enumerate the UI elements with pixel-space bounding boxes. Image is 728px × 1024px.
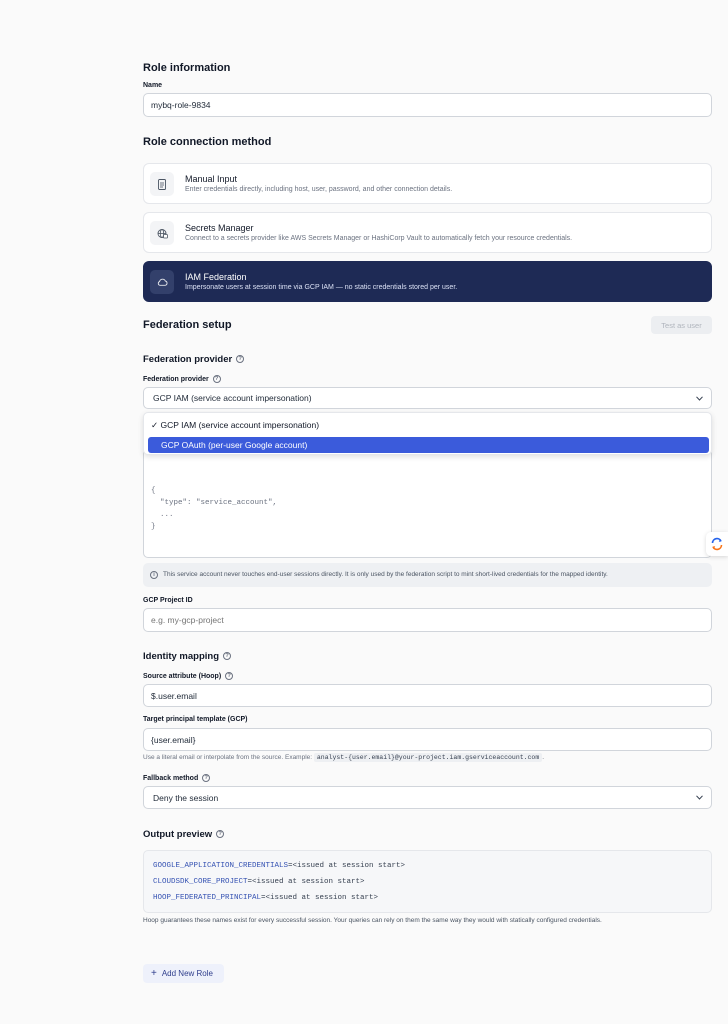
fallback-label: Fallback method?: [143, 774, 211, 782]
test-as-user-button[interactable]: Test as user: [651, 316, 712, 334]
help-icon: ?: [216, 830, 225, 839]
manual-input-option[interactable]: Manual Input Enter credentials directly,…: [143, 163, 712, 204]
identity-heading: Identity mapping?: [143, 651, 231, 662]
output-line: GOOGLE_APPLICATION_CREDENTIALS=<issued a…: [153, 862, 406, 870]
output-heading: Output preview?: [143, 829, 225, 840]
help-icon: ?: [223, 652, 231, 661]
connection-heading: Role connection method: [143, 136, 272, 148]
manual-input-title: Manual Input: [185, 174, 238, 184]
hint-code: analyst-{user.email}@your-project.iam.gs…: [313, 753, 543, 762]
project-id-input[interactable]: [143, 608, 712, 632]
cloud-icon: [150, 270, 174, 294]
manual-input-desc: Enter credentials directly, including ho…: [185, 186, 453, 193]
provider-heading: Federation provider?: [143, 354, 245, 365]
help-icon: ?: [225, 672, 234, 680]
help-icon: ?: [202, 774, 211, 782]
target-principal-input[interactable]: {user.email}: [143, 728, 712, 751]
output-line: HOOP_FEDERATED_PRINCIPAL=<issued at sess…: [153, 894, 379, 902]
name-input[interactable]: mybq-role-9834: [143, 93, 712, 117]
secrets-manager-title: Secrets Manager: [185, 223, 254, 233]
role-info-heading: Role information: [143, 62, 231, 74]
dropdown-option-gcp-iam[interactable]: ✓ GCP IAM (service account impersonation…: [151, 420, 319, 431]
federation-heading: Federation setup: [143, 319, 232, 331]
plus-icon: +: [151, 967, 157, 979]
add-new-role-button[interactable]: + Add New Role: [143, 964, 224, 983]
output-preview-box: GOOGLE_APPLICATION_CREDENTIALS=<issued a…: [143, 850, 712, 913]
output-note: Hoop guarantees these names exist for ev…: [143, 917, 602, 924]
document-icon: [150, 172, 174, 196]
sync-icon: [711, 537, 723, 551]
target-principal-label: Target principal template (GCP): [143, 716, 248, 723]
info-icon: i: [150, 571, 158, 579]
provider-select[interactable]: GCP IAM (service account impersonation): [143, 387, 712, 409]
secrets-manager-option[interactable]: Secrets Manager Connect to a secrets pro…: [143, 212, 712, 253]
chevron-down-icon: [696, 795, 703, 800]
floating-widget-button[interactable]: [706, 532, 728, 556]
project-id-label: GCP Project ID: [143, 597, 193, 604]
help-icon: ?: [212, 375, 221, 383]
fallback-select[interactable]: Deny the session: [143, 786, 712, 809]
iam-federation-option[interactable]: IAM Federation Impersonate users at sess…: [143, 261, 712, 302]
service-account-json-textarea[interactable]: { "type": "service_account", ...}: [143, 449, 712, 558]
source-attribute-input[interactable]: $.user.email: [143, 684, 712, 707]
help-icon: ?: [236, 355, 245, 364]
iam-federation-title: IAM Federation: [185, 272, 247, 282]
provider-label: Federation provider?: [143, 375, 221, 383]
output-line: CLOUDSDK_CORE_PROJECT=<issued at session…: [153, 878, 365, 886]
info-note-text: This service account never touches end-u…: [163, 571, 608, 578]
name-label: Name: [143, 82, 163, 89]
source-attribute-label: Source attribute (Hoop)?: [143, 672, 234, 680]
target-hint: Use a literal email or interpolate from …: [143, 753, 545, 762]
dropdown-option-gcp-oauth[interactable]: GCP OAuth (per-user Google account): [148, 437, 709, 453]
iam-federation-desc: Impersonate users at session time via GC…: [185, 284, 458, 291]
chevron-down-icon: [696, 396, 703, 401]
secrets-manager-desc: Connect to a secrets provider like AWS S…: [185, 235, 573, 242]
provider-dropdown-menu: ✓ GCP IAM (service account impersonation…: [143, 412, 712, 455]
info-note: i This service account never touches end…: [143, 563, 712, 587]
globe-lock-icon: [150, 221, 174, 245]
